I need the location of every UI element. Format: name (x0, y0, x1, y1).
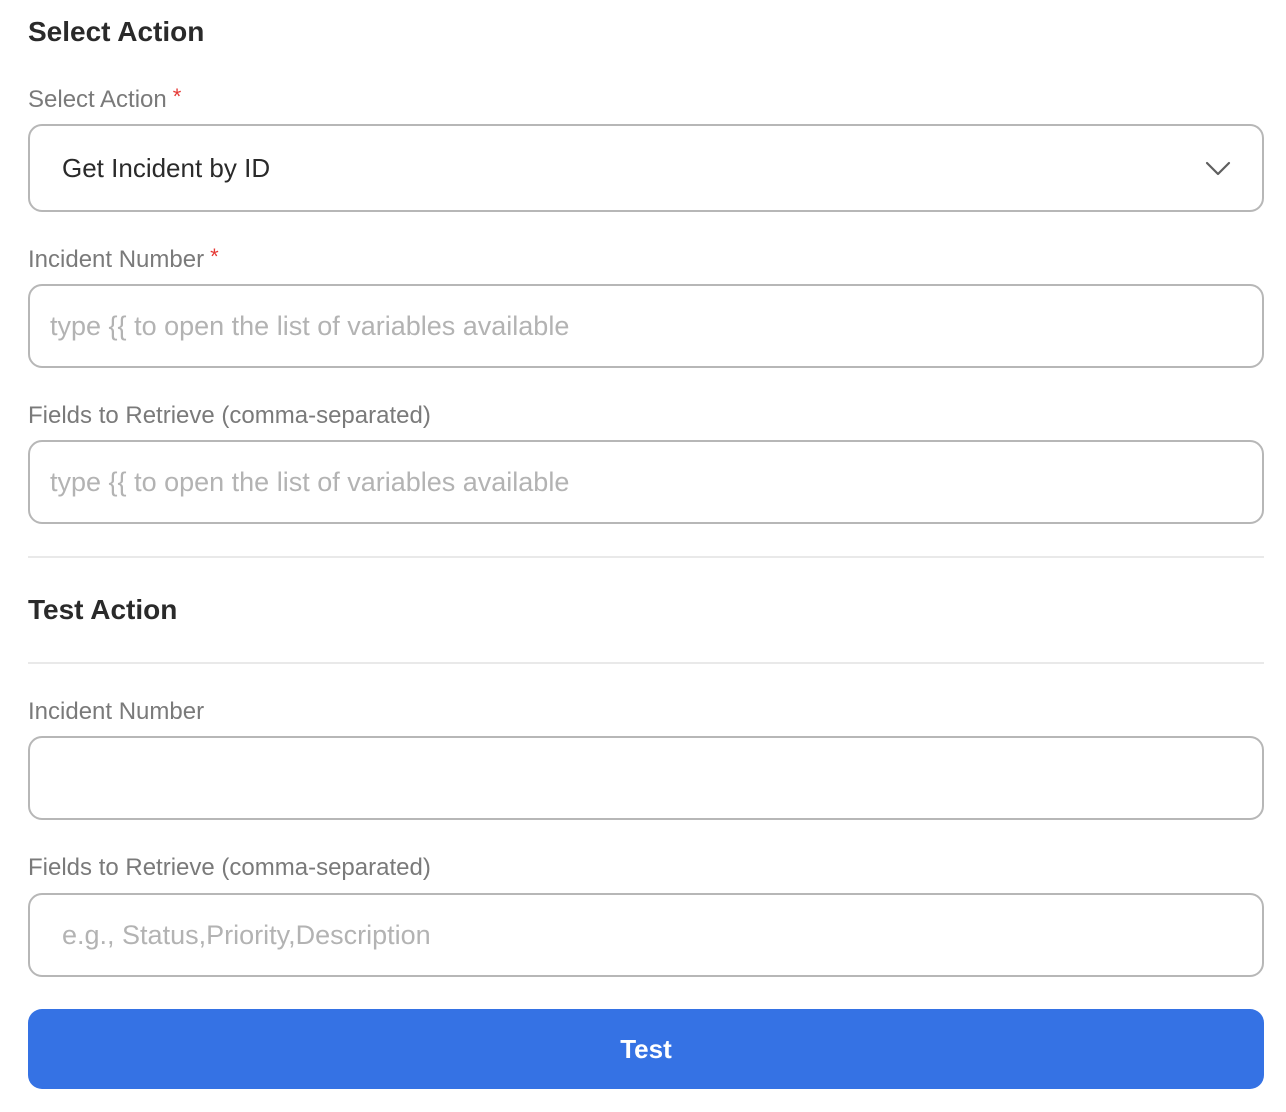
incident-number-label-wrapper: Incident Number * (28, 246, 219, 273)
section-divider (28, 556, 1264, 558)
incident-number-label: Incident Number (28, 246, 205, 273)
required-indicator: * (172, 84, 182, 109)
test-action-section-title: Test Action (28, 594, 178, 625)
test-button[interactable]: Test (28, 1009, 1264, 1089)
select-action-label: Select Action (28, 86, 167, 113)
incident-number-input[interactable] (28, 284, 1264, 368)
select-action-label-wrapper: Select Action * (28, 86, 181, 113)
action-config-panel: Select Action Select Action * Get Inciden… (0, 0, 1286, 1112)
test-incident-number-label: Incident Number (28, 698, 205, 725)
test-section-divider (28, 662, 1264, 664)
test-fields-to-retrieve-input[interactable] (28, 893, 1264, 977)
select-action-dropdown[interactable]: Get Incident by ID (28, 124, 1264, 212)
test-fields-to-retrieve-label: Fields to Retrieve (comma-separated) (28, 854, 431, 881)
select-action-value: Get Incident by ID (62, 152, 271, 183)
fields-to-retrieve-label: Fields to Retrieve (comma-separated) (28, 402, 431, 429)
test-incident-number-input[interactable] (28, 736, 1264, 820)
select-action-section-title: Select Action (28, 16, 205, 47)
required-indicator: * (210, 244, 219, 269)
chevron-down-icon (1205, 161, 1231, 176)
fields-to-retrieve-input[interactable] (28, 440, 1264, 524)
